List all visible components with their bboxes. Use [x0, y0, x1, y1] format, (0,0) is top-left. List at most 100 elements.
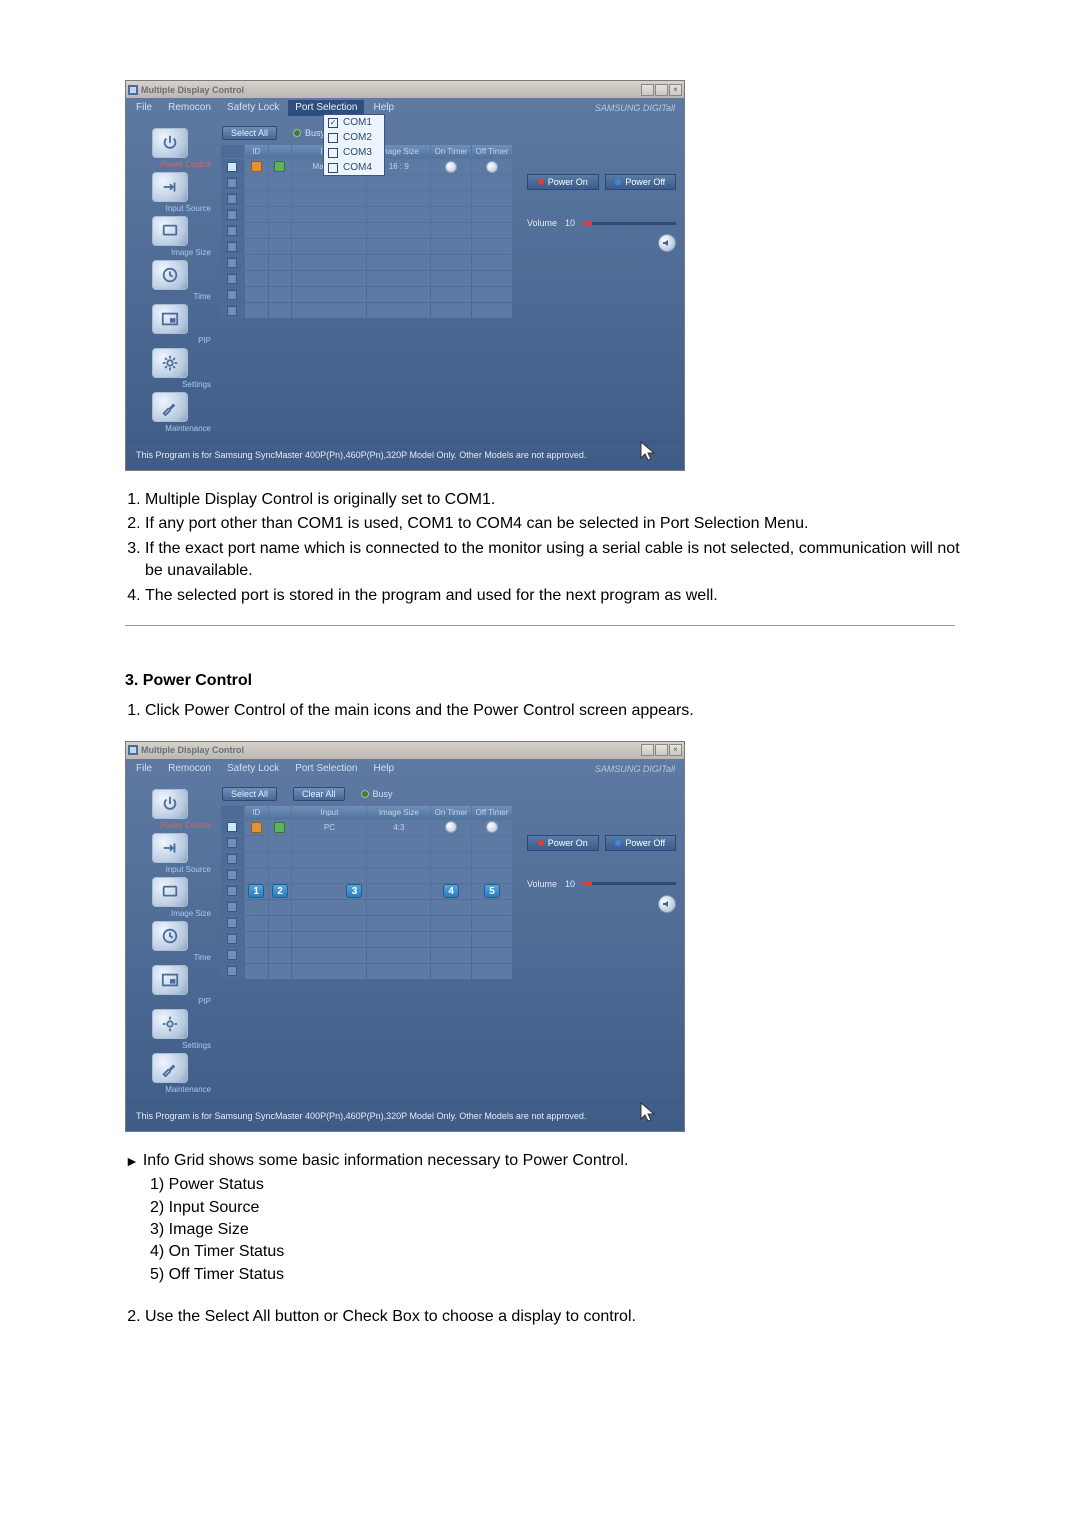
table-row[interactable] [221, 223, 512, 238]
minimize-button[interactable] [641, 84, 654, 96]
clock-icon [161, 266, 179, 284]
sidebar-item-time[interactable]: Time [129, 260, 211, 301]
table-row[interactable] [221, 836, 512, 851]
table-row[interactable] [221, 852, 512, 867]
input-icon [161, 178, 179, 196]
pip-icon [161, 310, 179, 328]
window-buttons: × [641, 744, 682, 756]
speaker-icon [658, 895, 676, 913]
maximize-button[interactable] [655, 84, 668, 96]
table-row[interactable] [221, 964, 512, 979]
sidebar-item-settings[interactable]: Settings [129, 1009, 211, 1050]
app-window-1: Multiple Display Control × File Remocon … [125, 80, 685, 471]
description-list-2: ► Info Grid shows some basic information… [100, 1150, 980, 1329]
status-footer: This Program is for Samsung SyncMaster 4… [126, 441, 684, 470]
sidebar-item-power-control[interactable]: Power Control [129, 789, 211, 830]
select-all-button[interactable]: Select All [222, 787, 277, 801]
volume-slider[interactable] [583, 222, 676, 225]
wrench-icon [161, 1059, 179, 1077]
table-row[interactable] [221, 303, 512, 318]
window-title: Multiple Display Control [128, 745, 244, 755]
brand-logo: SAMSUNG DIGITall [595, 764, 681, 774]
cursor-icon [638, 1101, 656, 1125]
speaker-icon [658, 234, 676, 252]
table-row[interactable] [221, 287, 512, 302]
table-row[interactable]: PC 4:3 [221, 820, 512, 835]
volume-label: Volume [527, 879, 557, 889]
port-option-com1[interactable]: ✓COM1 [324, 115, 384, 130]
menu-remocon[interactable]: Remocon [161, 100, 218, 116]
app-icon [128, 85, 138, 95]
port-option-com4[interactable]: COM4 [324, 160, 384, 175]
sidebar-item-pip[interactable]: PIP [129, 965, 211, 1006]
power-off-button[interactable]: Power Off [605, 835, 677, 851]
port-selection-dropdown[interactable]: ✓COM1 COM2 COM3 COM4 [323, 114, 385, 176]
menu-safety-lock[interactable]: Safety Lock [220, 761, 286, 777]
section-title-3: 3. Power Control [125, 670, 980, 692]
right-panel: Power On Power Off Volume 10 [519, 116, 684, 441]
maximize-button[interactable] [655, 744, 668, 756]
power-on-button[interactable]: Power On [527, 174, 599, 190]
menu-remocon[interactable]: Remocon [161, 761, 218, 777]
menu-help[interactable]: Help [366, 761, 401, 777]
image-size-icon [161, 883, 179, 901]
window-titlebar: Multiple Display Control × [126, 81, 684, 98]
table-row[interactable] [221, 900, 512, 915]
input-icon [161, 839, 179, 857]
gear-icon [161, 1015, 179, 1033]
cursor-icon [638, 440, 656, 464]
marker-4: 4 [443, 884, 459, 898]
image-size-icon [161, 222, 179, 240]
power-icon [161, 134, 179, 152]
app-window-2: Multiple Display Control × File Remocon … [125, 741, 685, 1132]
sidebar-item-image-size[interactable]: Image Size [129, 216, 211, 257]
sidebar-item-maintenance[interactable]: Maintenance [129, 392, 211, 433]
marker-3: 3 [346, 884, 362, 898]
select-all-button[interactable]: Select All [222, 126, 277, 140]
menubar: File Remocon Safety Lock Port Selection … [126, 98, 684, 116]
clear-all-button[interactable]: Clear All [293, 787, 345, 801]
section-divider [125, 625, 955, 626]
close-button[interactable]: × [669, 84, 682, 96]
busy-indicator: Busy [293, 128, 325, 138]
sidebar-item-power-control[interactable]: Power Control [129, 128, 211, 169]
table-row[interactable] [221, 255, 512, 270]
menu-file[interactable]: File [129, 100, 159, 116]
table-row[interactable] [221, 868, 512, 883]
sidebar-item-input-source[interactable]: Input Source [129, 172, 211, 213]
table-row[interactable] [221, 175, 512, 190]
port-option-com3[interactable]: COM3 [324, 145, 384, 160]
menu-port-selection[interactable]: Port Selection [288, 761, 364, 777]
power-off-button[interactable]: Power Off [605, 174, 677, 190]
menu-safety-lock[interactable]: Safety Lock [220, 100, 286, 116]
table-row[interactable]: 1 2 3 4 5 [221, 884, 512, 899]
status-footer: This Program is for Samsung SyncMaster 4… [126, 1102, 684, 1131]
power-on-button[interactable]: Power On [527, 835, 599, 851]
display-grid: ID Input Image Size On Timer Off Timer P… [220, 805, 513, 980]
volume-slider[interactable] [583, 882, 676, 885]
minimize-button[interactable] [641, 744, 654, 756]
table-row[interactable] [221, 932, 512, 947]
table-row[interactable] [221, 916, 512, 931]
close-button[interactable]: × [669, 744, 682, 756]
sidebar-item-image-size[interactable]: Image Size [129, 877, 211, 918]
table-row[interactable] [221, 271, 512, 286]
menubar: File Remocon Safety Lock Port Selection … [126, 759, 684, 777]
marker-2: 2 [272, 884, 288, 898]
info-legend: 1) Power Status 2) Input Source 3) Image… [150, 1174, 980, 1286]
menu-file[interactable]: File [129, 761, 159, 777]
sidebar-item-settings[interactable]: Settings [129, 348, 211, 389]
sidebar-item-time[interactable]: Time [129, 921, 211, 962]
table-row[interactable] [221, 191, 512, 206]
description-list-1: Multiple Display Control is originally s… [100, 489, 980, 607]
sidebar-item-input-source[interactable]: Input Source [129, 833, 211, 874]
app-icon [128, 745, 138, 755]
table-row[interactable] [221, 948, 512, 963]
sidebar-item-maintenance[interactable]: Maintenance [129, 1053, 211, 1094]
sidebar-item-pip[interactable]: PIP [129, 304, 211, 345]
port-option-com2[interactable]: COM2 [324, 130, 384, 145]
wrench-icon [161, 398, 179, 416]
table-row[interactable] [221, 207, 512, 222]
table-row[interactable] [221, 239, 512, 254]
marker-1: 1 [248, 884, 264, 898]
